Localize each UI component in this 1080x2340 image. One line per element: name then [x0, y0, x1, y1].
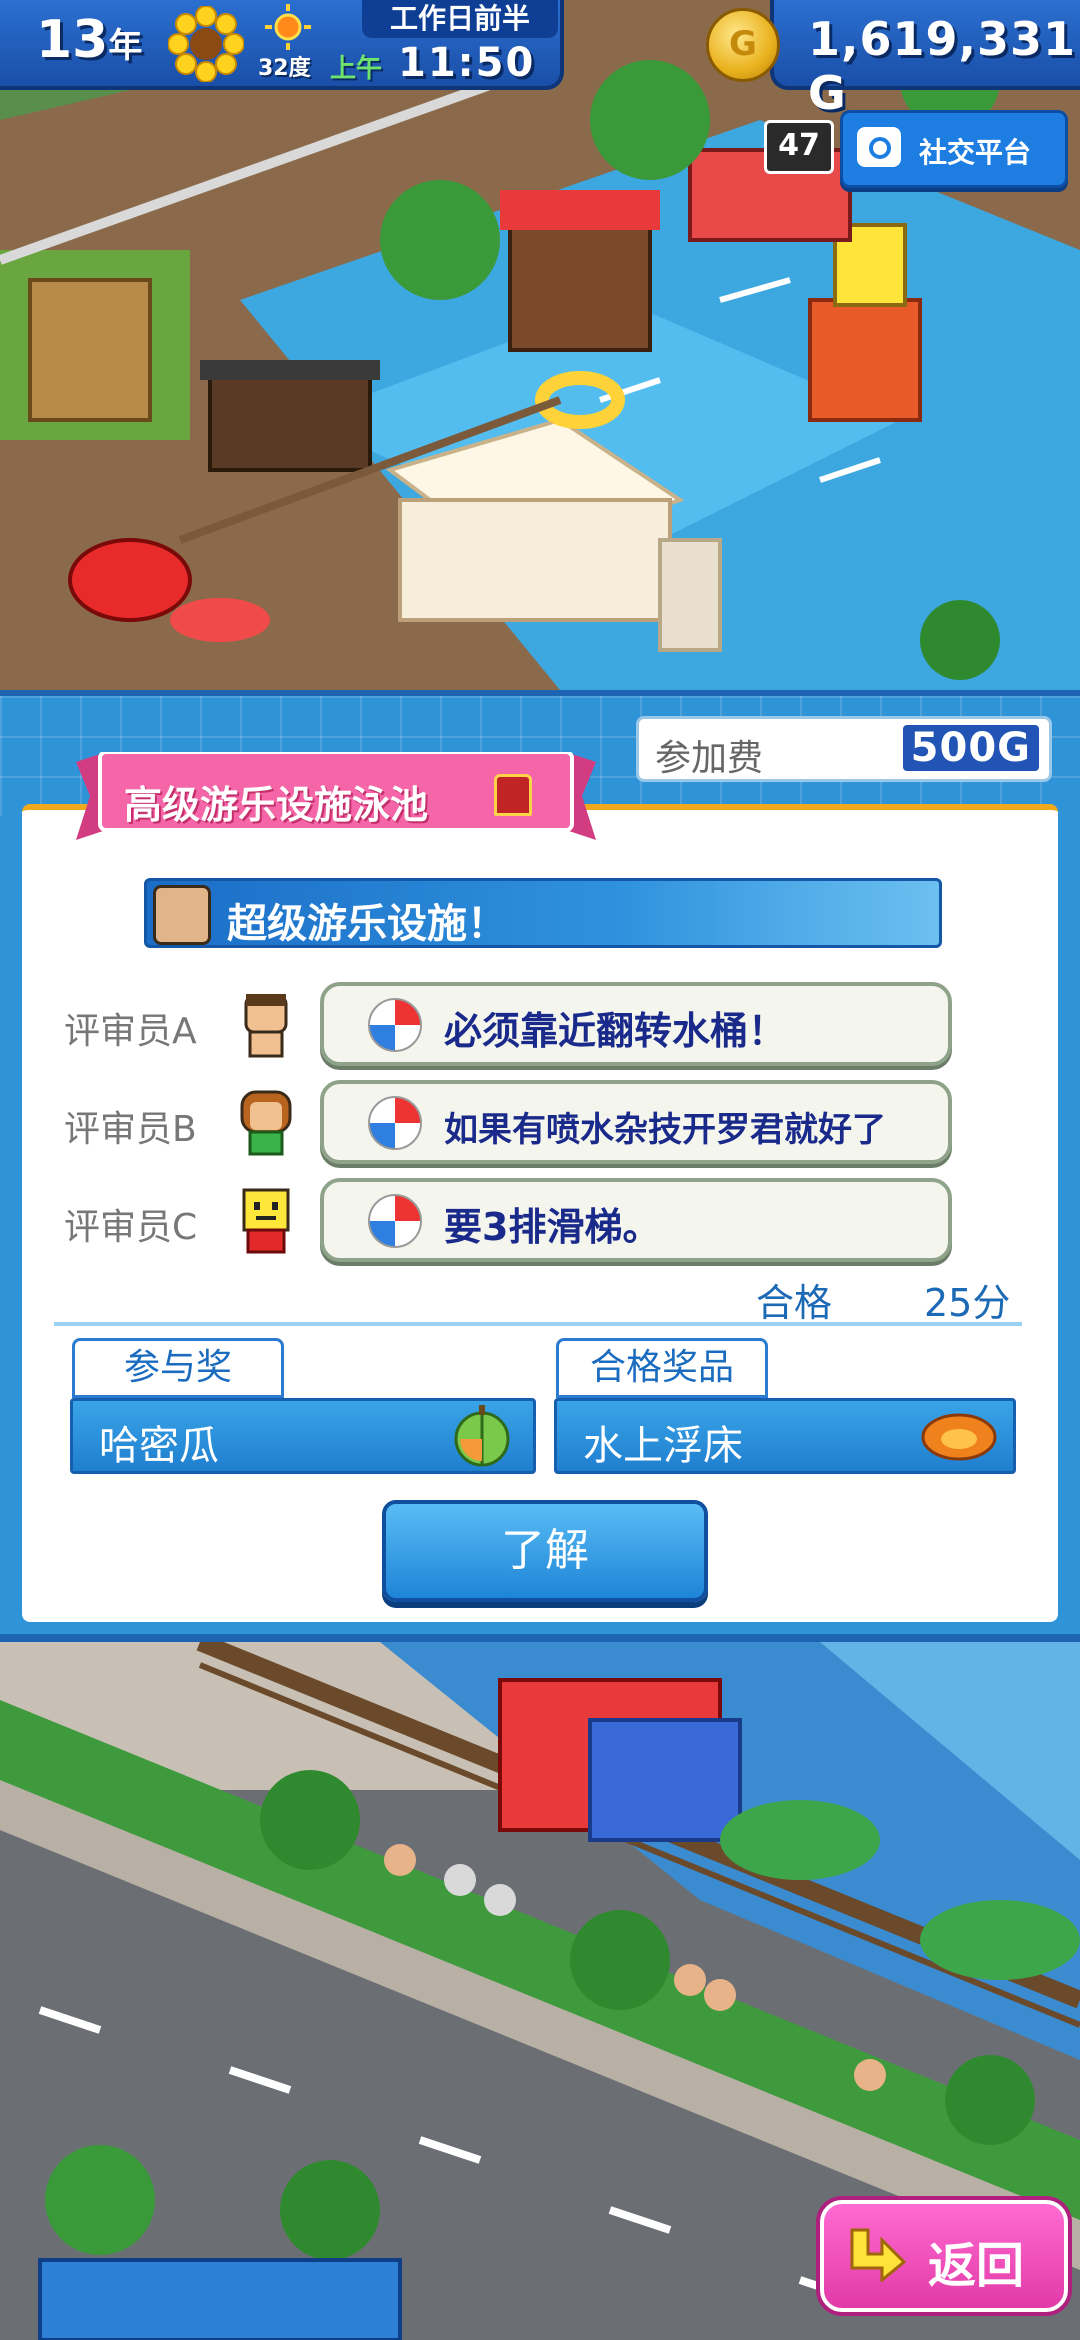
social-button-label: 社交平台	[919, 136, 1032, 169]
contest-title: 高级游乐设施泳池	[124, 783, 429, 827]
year-unit: 年	[108, 26, 143, 66]
result-label: 合格	[756, 1281, 833, 1325]
headline-text: 超级游乐设施！	[227, 901, 507, 947]
pass-prize-name: 水上浮床	[583, 1423, 743, 1469]
game-clock: 11:50	[398, 40, 536, 86]
participation-prize-name: 哈密瓜	[99, 1423, 219, 1469]
judge-name: 评审员C	[64, 1207, 198, 1248]
contest-title-ribbon: 高级游乐设施泳池	[76, 752, 596, 840]
host-avatar	[153, 885, 211, 945]
am-pm-label: 上午	[330, 54, 383, 84]
participation-prize-tab: 参与奖	[72, 1338, 284, 1398]
participation-prize-bar: 哈密瓜	[70, 1398, 536, 1474]
back-button-label: 返回	[928, 2238, 1025, 2294]
pool-float-icon	[921, 1413, 997, 1461]
sunny-weather-icon	[265, 4, 311, 50]
judge-a-avatar	[244, 994, 288, 1058]
temperature-label: 32度	[258, 56, 311, 81]
entry-fee-label: 参加费	[655, 738, 764, 779]
judge-comment: 必须靠近翻转水桶！	[444, 1009, 787, 1053]
judge-comment-bubble: 必须靠近翻转水桶！	[320, 982, 952, 1066]
camera-icon	[857, 127, 901, 167]
pass-prize-bar: 水上浮床	[554, 1398, 1016, 1474]
judge-comment-bubble: 如果有喷水杂技开罗君就好了	[320, 1080, 952, 1164]
beach-ball-icon	[368, 1096, 422, 1150]
return-arrow-icon	[850, 2228, 906, 2282]
judge-comment: 如果有喷水杂技开罗君就好了	[444, 1110, 886, 1150]
headline-banner: 超级游乐设施！	[144, 878, 942, 948]
beach-ball-icon	[368, 1194, 422, 1248]
year-display: 13年	[36, 10, 142, 70]
entry-fee-value: 500G	[902, 725, 1039, 771]
judge-name: 评审员B	[64, 1109, 197, 1150]
year-value: 13	[36, 10, 109, 70]
social-platform-button[interactable]: 社交平台	[840, 110, 1068, 188]
judge-name: 评审员A	[64, 1011, 197, 1052]
gold-coin-icon: G	[706, 8, 780, 82]
score-value: 25分	[924, 1281, 1011, 1325]
melon-icon	[454, 1405, 510, 1467]
back-button[interactable]: 返回	[820, 2200, 1068, 2312]
sunflower-icon	[168, 6, 244, 82]
pass-prize-tab: 合格奖品	[556, 1338, 768, 1398]
week-phase-label: 工作日前半	[362, 0, 558, 38]
lock-icon	[494, 774, 532, 816]
judge-comment: 要3排滑梯。	[444, 1205, 661, 1249]
money-display: 1,619,331 G	[808, 12, 1076, 120]
divider	[54, 1322, 1022, 1326]
hud-date-panel: 13年 32度 工作日前半 上午 11:50	[0, 0, 564, 90]
judge-row-c: 评审员C 要3排滑梯。	[0, 1178, 1080, 1262]
entry-fee-box: 参加费 500G	[636, 716, 1052, 782]
judge-comment-bubble: 要3排滑梯。	[320, 1178, 952, 1262]
judge-b-avatar	[240, 1090, 292, 1156]
judge-row-a: 评审员A 必须靠近翻转水桶！	[0, 982, 1080, 1066]
judge-c-avatar	[242, 1188, 290, 1254]
judge-row-b: 评审员B 如果有喷水杂技开罗君就好了	[0, 1080, 1080, 1164]
confirm-button[interactable]: 了解	[382, 1500, 708, 1602]
rank-badge[interactable]: 47	[764, 120, 834, 174]
coin-symbol: G	[729, 24, 757, 64]
beach-ball-icon	[368, 998, 422, 1052]
